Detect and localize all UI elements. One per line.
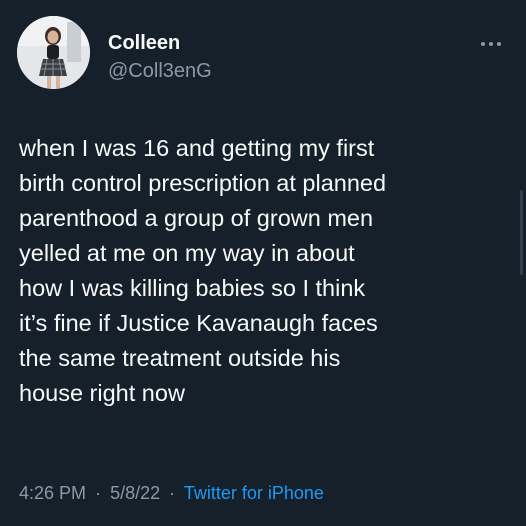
avatar-photo [17, 16, 90, 89]
tweet-text-line: birth control prescription at planned [19, 170, 387, 196]
tweet-text-line: yelled at me on my way in about [19, 240, 355, 266]
tweet-text-line: it’s fine if Justice Kavanaugh faces [19, 310, 378, 336]
more-options-button[interactable] [479, 36, 503, 46]
tweet-text-line: how I was killing babies so I think [19, 275, 366, 301]
tweet-metadata: 4:26 PM · 5/8/22 · Twitter for iPhone [19, 481, 324, 505]
tweet-text: when I was 16 and getting my first birth… [19, 131, 514, 411]
meta-separator: · [169, 483, 176, 503]
tweet-text-line: when I was 16 and getting my first [19, 135, 375, 161]
scrollbar[interactable] [520, 190, 523, 275]
tweet-card: Colleen @Coll3enG when I was 16 and gett… [0, 0, 526, 526]
tweet-text-line: house right now [19, 380, 185, 406]
avatar[interactable] [17, 16, 90, 89]
tweet-date[interactable]: 5/8/22 [110, 483, 160, 503]
tweet-text-line: parenthood a group of grown men [19, 205, 374, 231]
tweet-source-link[interactable]: Twitter for iPhone [184, 483, 324, 503]
meta-separator: · [95, 483, 102, 503]
user-handle[interactable]: @Coll3enG [108, 59, 212, 83]
display-name[interactable]: Colleen [108, 31, 180, 55]
more-horizontal-icon [481, 42, 501, 46]
tweet-text-line: the same treatment outside his [19, 345, 341, 371]
tweet-time[interactable]: 4:26 PM [19, 483, 86, 503]
